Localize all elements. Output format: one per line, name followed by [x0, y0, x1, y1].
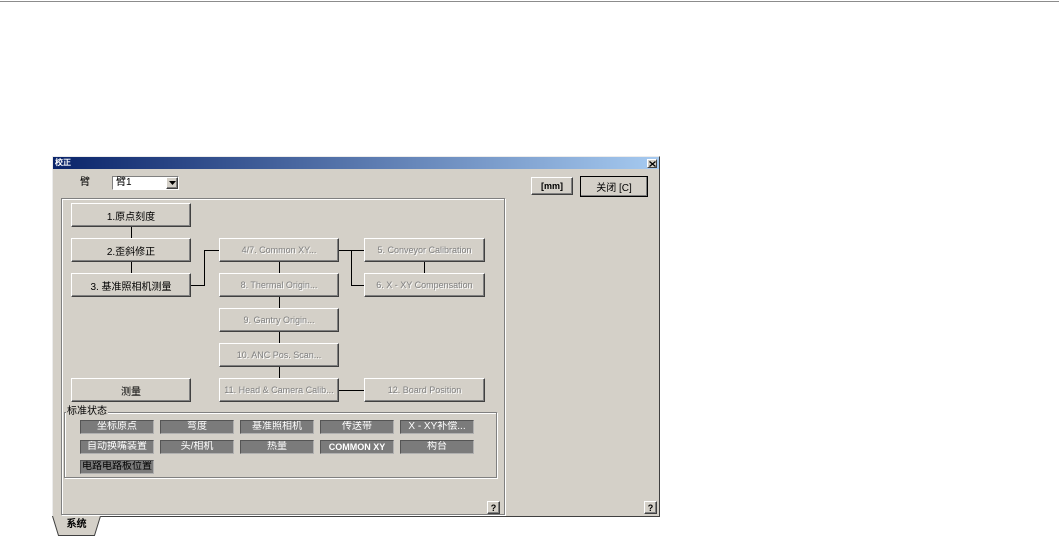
board-position-button[interactable]: 12. Board Position [364, 378, 485, 402]
gantry-origin-button[interactable]: 9. Gantry Origin... [219, 308, 339, 332]
thermal-origin-button[interactable]: 8. Thermal Origin... [219, 273, 339, 297]
window-title: 校正 [55, 158, 71, 167]
head-camera-calibration-button[interactable]: 11. Head & Camera Calib... [219, 378, 339, 402]
calibration-status-grid: 坐标原点 弯度 基准照相机 传送带 X - XY补偿... 自动换嘴装置 头/相… [80, 420, 474, 474]
arm-label: 臂 [80, 177, 90, 188]
anc-pos-scan-button[interactable]: 10. ANC Pos. Scan... [219, 343, 339, 367]
common-xy-button[interactable]: 4/7. Common XY... [219, 238, 339, 262]
title-bar[interactable]: 校正 [53, 157, 659, 169]
close-icon [648, 160, 656, 167]
status-cell: 头/相机 [160, 440, 234, 454]
status-cell: 构台 [400, 440, 474, 454]
close-button[interactable]: 关闭 [C] [580, 176, 648, 197]
tab-system[interactable]: 系统 [52, 516, 101, 536]
measure-button[interactable]: 测量 [71, 378, 191, 402]
status-cell: 电路电路板位置 [80, 460, 154, 474]
status-cell: 传送带 [320, 420, 394, 434]
status-cell: 弯度 [160, 420, 234, 434]
status-cell: 坐标原点 [80, 420, 154, 434]
status-cell: X - XY补偿... [400, 420, 474, 434]
dropdown-arrow-icon [168, 181, 176, 185]
origin-calibration-button[interactable]: 1.原点刻度 [71, 203, 191, 227]
x-xy-compensation-button[interactable]: 6. X - XY Compensation [364, 273, 485, 297]
arm-select-value: 臂1 [116, 177, 132, 188]
conveyor-calibration-button[interactable]: 5. Conveyor Calibration [364, 238, 485, 262]
unit-mm-button[interactable]: [mm] [531, 177, 573, 195]
skew-correction-button[interactable]: 2.歪斜修正 [71, 238, 191, 262]
status-cell: 热量 [240, 440, 314, 454]
status-cell: 基准照相机 [240, 420, 314, 434]
calibration-status-title: 标准状态 [66, 406, 108, 418]
fiducial-camera-measure-button[interactable]: 3. 基准照相机测量 [71, 273, 191, 297]
calibration-dialog: 校正 臂 臂1 [mm] 关闭 [C] 1.原点刻度 2.歪斜修正 3. 基准照… [52, 156, 660, 517]
help-button[interactable]: ? [487, 501, 500, 514]
top-border-line [0, 1, 1059, 2]
status-cell: COMMON XY [320, 440, 394, 454]
help-button[interactable]: ? [644, 501, 657, 514]
status-cell: 自动换嘴装置 [80, 440, 154, 454]
close-window-button[interactable] [647, 159, 657, 168]
tab-system-label: 系统 [66, 519, 87, 530]
arm-select[interactable]: 臂1 [112, 176, 179, 190]
arm-select-dropdown-button[interactable] [166, 177, 178, 189]
